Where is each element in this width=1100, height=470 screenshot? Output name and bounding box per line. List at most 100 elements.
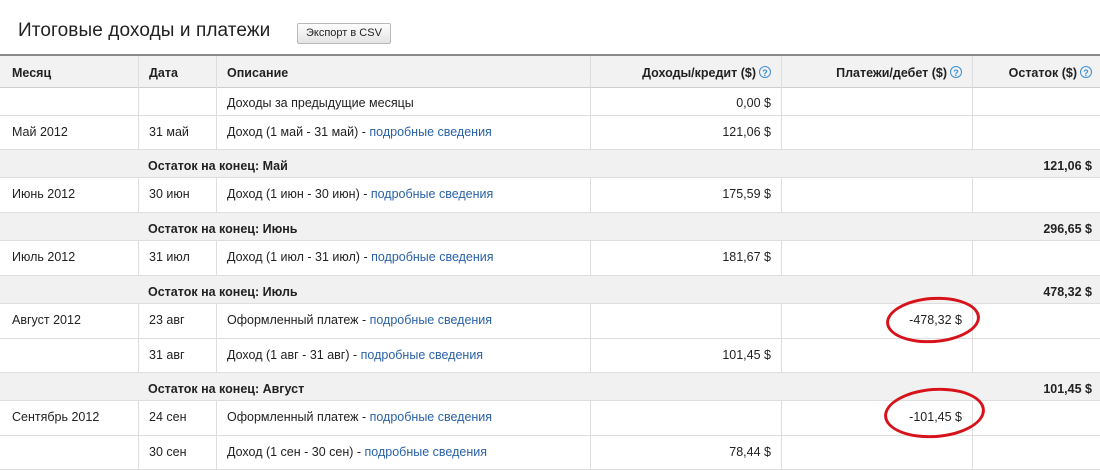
description-cell: Доход (1 июн - 30 июн) - подробные сведе… bbox=[216, 178, 590, 212]
table-row: Июнь 2012 30 июн Доход (1 июн - 30 июн) - … bbox=[0, 178, 1100, 213]
column-header-date[interactable]: Дата bbox=[138, 56, 216, 87]
month-cell: Сентябрь 2012 bbox=[12, 410, 100, 424]
export-csv-button[interactable]: Экспорт в CSV bbox=[297, 23, 391, 44]
description-text: Доход (1 май - 31 май) bbox=[227, 125, 359, 139]
link-separator: - bbox=[353, 445, 365, 459]
details-link[interactable]: подробные сведения bbox=[371, 250, 493, 264]
payment-cell bbox=[781, 116, 972, 149]
date-cell: 30 июн bbox=[138, 178, 216, 212]
details-link[interactable]: подробные сведения bbox=[370, 313, 492, 327]
description-text: Доходы за предыдущие месяцы bbox=[227, 96, 414, 110]
balance-cell bbox=[972, 401, 1100, 435]
link-separator: - bbox=[358, 410, 370, 424]
balance-total-value: 478,32 $ bbox=[1043, 285, 1092, 299]
income-cell: 121,06 $ bbox=[590, 116, 781, 149]
description-cell: Доход (1 июл - 31 июл) - подробные сведе… bbox=[216, 241, 590, 275]
income-cell bbox=[590, 304, 781, 338]
payment-cell bbox=[781, 87, 972, 115]
details-link[interactable]: подробные сведения bbox=[365, 445, 487, 459]
payment-cell: -101,45 $ bbox=[781, 401, 972, 435]
income-cell: 175,59 $ bbox=[590, 178, 781, 212]
income-cell: 78,44 $ bbox=[590, 436, 781, 469]
column-header-payments[interactable]: Платежи/дебет ($)? bbox=[781, 56, 972, 87]
table-row: 31 авг Доход (1 авг - 31 авг) - подробные… bbox=[0, 339, 1100, 373]
description-text: Доход (1 июн - 30 июн) bbox=[227, 187, 360, 201]
month-cell bbox=[0, 339, 138, 372]
description-cell: Доход (1 май - 31 май) - подробные сведе… bbox=[216, 116, 590, 149]
details-link[interactable]: подробные сведения bbox=[371, 187, 493, 201]
month-cell bbox=[0, 436, 138, 469]
link-separator: - bbox=[358, 125, 370, 139]
column-header-balance[interactable]: Остаток ($)? bbox=[972, 56, 1100, 87]
description-cell: Доход (1 авг - 31 авг) - подробные сведе… bbox=[216, 339, 590, 372]
details-link[interactable]: подробные сведения bbox=[369, 125, 491, 139]
balance-cell bbox=[972, 241, 1100, 275]
table-row: Июль 2012 31 июл Доход (1 июл - 31 июл) - … bbox=[0, 241, 1100, 276]
date-cell: 30 сен bbox=[138, 436, 216, 469]
help-icon[interactable]: ? bbox=[759, 66, 771, 78]
balance-total-value: 296,65 $ bbox=[1043, 222, 1092, 236]
month-cell: Июнь 2012 bbox=[12, 187, 76, 201]
income-cell: 101,45 $ bbox=[590, 339, 781, 372]
column-header-description[interactable]: Описание bbox=[216, 56, 590, 87]
description-text: Доход (1 июл - 31 июл) bbox=[227, 250, 360, 264]
table-header-row: Месяц Дата Описание Доходы/кредит ($)? П… bbox=[0, 54, 1100, 88]
table-row: Май 2012 31 май Доход (1 май - 31 май) - п… bbox=[0, 116, 1100, 150]
table-row: Август 2012 23 авг Оформленный платеж - по… bbox=[0, 304, 1100, 339]
table-row: 30 сен Доход (1 сен - 30 сен) - подробные… bbox=[0, 436, 1100, 470]
income-cell: 181,67 $ bbox=[590, 241, 781, 275]
column-header-month[interactable]: Месяц bbox=[0, 56, 138, 87]
balance-total-label: Остаток на конец: Май bbox=[148, 159, 288, 173]
description-cell: Доходы за предыдущие месяцы bbox=[216, 87, 590, 115]
table-row: Доходы за предыдущие месяцы 0,00 $ bbox=[0, 87, 1100, 116]
date-cell: 24 сен bbox=[138, 401, 216, 435]
column-header-payments-label: Платежи/дебет ($) bbox=[836, 66, 947, 80]
payment-cell bbox=[781, 339, 972, 372]
balance-total-value: 101,45 $ bbox=[1043, 382, 1092, 396]
date-cell: 31 авг bbox=[138, 339, 216, 372]
date-cell: 23 авг bbox=[138, 304, 216, 338]
link-separator: - bbox=[359, 187, 371, 201]
table-row: Сентябрь 2012 24 сен Оформленный платеж - … bbox=[0, 401, 1100, 436]
column-header-balance-label: Остаток ($) bbox=[1008, 66, 1077, 80]
balance-total-row: Остаток на конец: Июнь 296,65 $ bbox=[0, 213, 1100, 241]
details-link[interactable]: подробные сведения bbox=[361, 348, 483, 362]
page-header: Итоговые доходы и платежи Экспорт в CSV bbox=[0, 0, 1100, 54]
balance-total-label: Остаток на конец: Июнь bbox=[148, 222, 298, 236]
description-text: Оформленный платеж bbox=[227, 313, 359, 327]
balance-total-row: Остаток на конец: Май 121,06 $ bbox=[0, 150, 1100, 178]
balance-total-row: Остаток на конец: Август 101,45 $ bbox=[0, 373, 1100, 401]
description-text: Доход (1 сен - 30 сен) bbox=[227, 445, 354, 459]
balance-cell bbox=[972, 87, 1100, 115]
balance-total-label: Остаток на конец: Август bbox=[148, 382, 305, 396]
help-icon[interactable]: ? bbox=[950, 66, 962, 78]
link-separator: - bbox=[349, 348, 361, 362]
payment-cell bbox=[781, 241, 972, 275]
balance-total-label: Остаток на конец: Июль bbox=[148, 285, 298, 299]
page-title: Итоговые доходы и платежи bbox=[18, 20, 271, 41]
month-cell: Май 2012 bbox=[12, 125, 68, 139]
details-link[interactable]: подробные сведения bbox=[370, 410, 492, 424]
description-cell: Доход (1 сен - 30 сен) - подробные сведе… bbox=[216, 436, 590, 469]
balance-total-value: 121,06 $ bbox=[1043, 159, 1092, 173]
column-header-income-label: Доходы/кредит ($) bbox=[642, 66, 756, 80]
month-cell bbox=[0, 87, 138, 115]
link-separator: - bbox=[358, 313, 370, 327]
payment-cell bbox=[781, 436, 972, 469]
balance-cell bbox=[972, 178, 1100, 212]
date-cell: 31 июл bbox=[138, 241, 216, 275]
balance-cell bbox=[972, 116, 1100, 149]
description-cell: Оформленный платеж - подробные сведения bbox=[216, 304, 590, 338]
balance-total-row: Остаток на конец: Июль 478,32 $ bbox=[0, 276, 1100, 304]
description-text: Доход (1 авг - 31 авг) bbox=[227, 348, 350, 362]
income-cell: 0,00 $ bbox=[590, 87, 781, 115]
description-cell: Оформленный платеж - подробные сведения bbox=[216, 401, 590, 435]
month-cell: Август 2012 bbox=[12, 313, 81, 327]
help-icon[interactable]: ? bbox=[1080, 66, 1092, 78]
description-text: Оформленный платеж bbox=[227, 410, 359, 424]
balance-cell bbox=[972, 436, 1100, 469]
column-header-income[interactable]: Доходы/кредит ($)? bbox=[590, 56, 781, 87]
link-separator: - bbox=[359, 250, 372, 264]
date-cell: 31 май bbox=[138, 116, 216, 149]
income-cell bbox=[590, 401, 781, 435]
